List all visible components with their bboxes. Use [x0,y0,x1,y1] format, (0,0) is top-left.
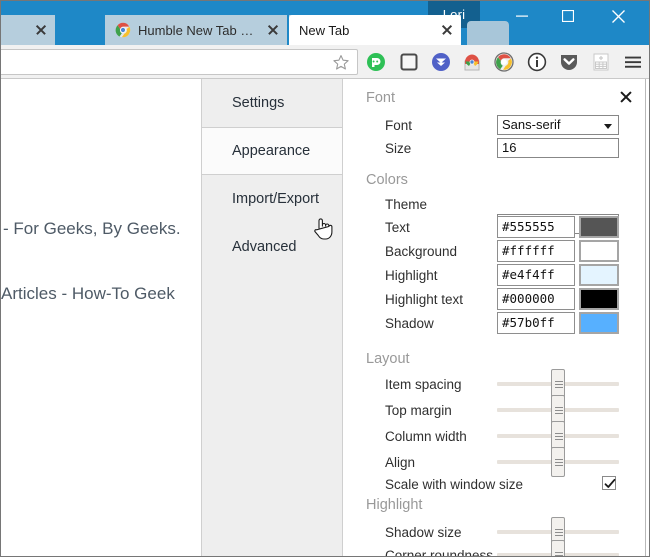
tab-strip: Humble New Tab Page - New Tab [1,15,649,45]
spreadsheet-icon[interactable] [591,52,611,72]
tab-title: New Tab [299,22,350,38]
chrome-circle-icon[interactable] [494,52,514,72]
scale-with-window-size-label: Scale with window size [385,477,524,492]
page-text-line: Articles - How-To Geek [1,284,175,303]
sidebar-item-advanced[interactable]: Advanced [202,223,342,271]
shadow-size-label: Shadow size [385,525,462,540]
highlight-color-row: #e4f4ff [497,264,619,286]
title-bar: Lori [1,1,649,45]
align-slider[interactable] [497,447,619,477]
item-spacing-slider[interactable] [497,369,619,399]
sidebar-item-label: Import/Export [232,191,320,207]
tab-item-humble-new-tab-page[interactable]: Humble New Tab Page - [105,15,287,45]
font-select[interactable]: Sans-serif [497,115,619,135]
sidebar-item-appearance[interactable]: Appearance [202,127,342,175]
tab-close-icon[interactable] [265,22,281,38]
tab-close-icon[interactable] [439,22,455,38]
highlight-text-color-swatch[interactable] [579,288,619,310]
tab-item-new-tab[interactable]: New Tab [289,15,461,45]
font-label: Font [385,118,413,133]
scale-with-window-size-checkbox[interactable] [602,476,616,490]
theme-label: Theme [385,197,428,212]
page-text-line: - For Geeks, By Geeks. [3,219,181,238]
chrome-store-icon[interactable] [462,52,482,72]
pocket-shield-icon[interactable] [559,52,579,72]
shadow-color-label: Shadow [385,316,434,331]
slider-thumb[interactable] [551,447,565,477]
section-title-font: Font [366,90,396,106]
info-circle-icon[interactable] [527,52,547,72]
sidebar-item-settings[interactable]: Settings [202,79,342,127]
green-circle-icon[interactable] [366,52,386,72]
tab-item[interactable] [1,15,55,45]
text-color-swatch[interactable] [579,216,619,238]
highlight-text-color-input[interactable]: #000000 [497,288,575,310]
sidebar-item-label: Settings [232,95,285,111]
section-title-colors: Colors [366,172,408,188]
browser-toolbar [1,45,649,79]
top-margin-label: Top margin [385,403,452,418]
tab-close-icon[interactable] [33,22,49,38]
browser-window: Lori [0,0,650,557]
square-outline-icon[interactable] [399,52,419,72]
close-icon[interactable] [619,90,633,104]
item-spacing-label: Item spacing [385,377,462,392]
new-tab-button[interactable] [467,21,509,45]
size-label: Size [385,141,412,156]
corner-roundness-label: Corner roundness [385,548,494,556]
shadow-color-row: #57b0ff [497,312,619,334]
address-bar[interactable] [1,49,358,75]
page-content: - For Geeks, By Geeks. Articles - How-To… [1,79,649,556]
text-color-row: #555555 [497,216,619,238]
column-width-slider[interactable] [497,421,619,451]
tab-title: Humble New Tab Page - [138,22,261,38]
column-width-label: Column width [385,429,467,444]
chevron-down-icon [604,124,612,129]
highlight-text-color-label: Highlight text [385,292,464,307]
blue-chevron-icon[interactable] [431,52,451,72]
shadow-color-swatch[interactable] [579,312,619,334]
background-color-input[interactable]: #ffffff [497,240,575,262]
size-input-value: 16 [502,140,517,155]
hamburger-menu-icon[interactable] [623,52,643,72]
highlight-color-swatch[interactable] [579,264,619,286]
font-select-value: Sans-serif [502,117,561,132]
size-input[interactable]: 16 [497,138,619,158]
settings-sidebar: Settings Appearance Import/Export Advanc… [201,79,343,556]
section-title-highlight: Highlight [366,497,423,513]
star-icon[interactable] [332,54,350,72]
settings-panel: Font Font Sans-serif Size 16 Colors Them… [344,79,646,556]
background-color-swatch[interactable] [579,240,619,262]
background-color-label: Background [385,244,458,259]
section-title-layout: Layout [366,351,410,367]
slider-thumb[interactable] [551,540,565,556]
sidebar-item-label: Appearance [232,143,311,159]
background-color-row: #ffffff [497,240,619,262]
text-color-input[interactable]: #555555 [497,216,575,238]
shadow-color-input[interactable]: #57b0ff [497,312,575,334]
highlight-text-color-row: #000000 [497,288,619,310]
align-label: Align [385,455,416,470]
top-margin-slider[interactable] [497,395,619,425]
highlight-color-input[interactable]: #e4f4ff [497,264,575,286]
corner-roundness-slider[interactable] [497,540,619,556]
sidebar-item-label: Advanced [232,239,297,255]
text-color-label: Text [385,220,410,235]
highlight-color-label: Highlight [385,268,438,283]
sidebar-item-import-export[interactable]: Import/Export [202,175,342,223]
chrome-icon [115,22,131,38]
